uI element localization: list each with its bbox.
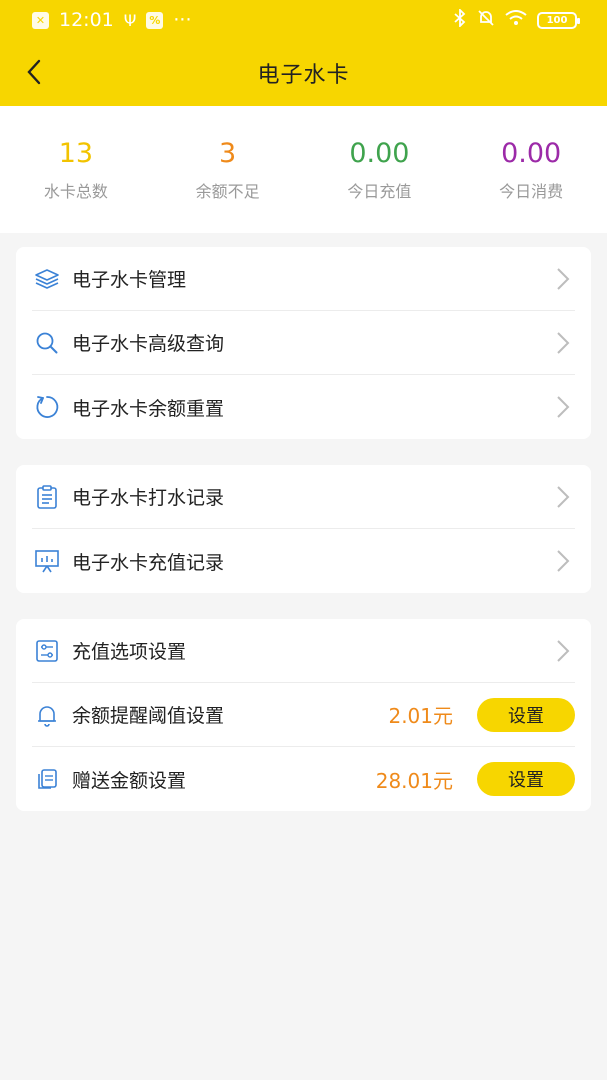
menu-item-label: 充值选项设置 xyxy=(72,641,187,663)
menu-item-label: 赠送金额设置 xyxy=(72,769,187,792)
menu-item-recharge-options[interactable]: 充值选项设置 xyxy=(32,619,575,683)
more-notifications: ··· xyxy=(173,9,192,31)
back-button[interactable] xyxy=(12,50,56,94)
gift-amount-value: 28.01元 xyxy=(375,768,453,793)
chevron-left-icon xyxy=(27,59,41,85)
layers-icon xyxy=(32,264,62,294)
stat-total-cards: 13 水卡总数 xyxy=(0,138,152,202)
card-records: 电子水卡打水记录 电子水卡充值记录 xyxy=(16,465,591,593)
stat-insufficient-balance: 3 余额不足 xyxy=(152,138,304,202)
search-icon xyxy=(32,328,62,358)
documents-icon xyxy=(32,764,62,794)
stat-label: 今日消费 xyxy=(499,181,564,201)
nav-bar: 电子水卡 xyxy=(0,40,607,106)
menu-item-balance-alert: 余额提醒阈值设置 2.01元 设置 xyxy=(32,683,575,747)
header-area: ✕ 12:01 Ψ % ··· 100 电子水卡 xyxy=(0,0,607,106)
menu-item-advanced-search[interactable]: 电子水卡高级查询 xyxy=(32,311,575,375)
chevron-right-icon xyxy=(551,546,575,576)
set-gift-amount-button[interactable]: 设置 xyxy=(477,762,575,796)
alert-threshold-amount: 2.01元 xyxy=(388,704,453,728)
sliders-icon xyxy=(32,636,62,666)
menu-item-card-management[interactable]: 电子水卡管理 xyxy=(32,247,575,311)
battery-icon: 100 xyxy=(537,11,580,29)
chevron-right-icon xyxy=(551,328,575,358)
notification-icon: ✕ xyxy=(32,11,49,29)
menu-item-label: 电子水卡高级查询 xyxy=(72,333,225,355)
menu-item-gift-amount: 赠送金额设置 28.01元 设置 xyxy=(32,747,575,811)
bell-icon xyxy=(32,700,62,730)
menu-item-label: 电子水卡打水记录 xyxy=(72,487,225,509)
stat-value: 0.00 xyxy=(501,137,562,169)
menu-item-water-records[interactable]: 电子水卡打水记录 xyxy=(32,465,575,529)
presentation-chart-icon xyxy=(32,546,62,576)
stat-today-recharge: 0.00 今日充值 xyxy=(304,138,456,202)
stat-value: 0.00 xyxy=(349,137,410,169)
stat-label: 今日充值 xyxy=(347,181,412,201)
menu-item-recharge-records[interactable]: 电子水卡充值记录 xyxy=(32,529,575,593)
card-settings: 充值选项设置 余额提醒阈值设置 2.01元 设置 赠送金额设置 28.01元 设… xyxy=(16,619,591,811)
refresh-icon xyxy=(32,392,62,422)
chevron-right-icon xyxy=(551,636,575,666)
wifi-icon xyxy=(505,9,527,31)
chevron-right-icon xyxy=(551,392,575,422)
stat-today-consumption: 0.00 今日消费 xyxy=(455,138,607,202)
menu-item-label: 电子水卡充值记录 xyxy=(72,551,225,574)
bluetooth-icon xyxy=(453,7,467,32)
chevron-right-icon xyxy=(551,264,575,294)
stat-label: 水卡总数 xyxy=(43,181,108,201)
stat-label: 余额不足 xyxy=(195,181,260,201)
chevron-right-icon xyxy=(551,482,575,512)
menu-item-label: 电子水卡余额重置 xyxy=(72,397,225,420)
stat-value: 13 xyxy=(58,137,94,169)
page-title: 电子水卡 xyxy=(257,63,350,88)
stats-panel: 13 水卡总数 3 余额不足 0.00 今日充值 0.00 今日消费 xyxy=(0,106,607,233)
status-bar: ✕ 12:01 Ψ % ··· 100 xyxy=(0,0,607,40)
set-alert-threshold-button[interactable]: 设置 xyxy=(477,697,575,732)
usb-icon: Ψ xyxy=(123,10,137,30)
menu-item-label: 电子水卡管理 xyxy=(72,269,187,291)
menu-item-balance-reset[interactable]: 电子水卡余额重置 xyxy=(32,375,575,439)
app-notification-icon: % xyxy=(146,11,164,29)
clipboard-icon xyxy=(32,482,62,512)
status-time: 12:01 xyxy=(59,9,114,31)
stat-value: 3 xyxy=(219,137,237,169)
mute-bell-icon xyxy=(477,9,495,32)
card-management: 电子水卡管理 电子水卡高级查询 电子水卡余额重置 xyxy=(16,247,591,439)
menu-item-label: 余额提醒阈值设置 xyxy=(72,705,225,727)
